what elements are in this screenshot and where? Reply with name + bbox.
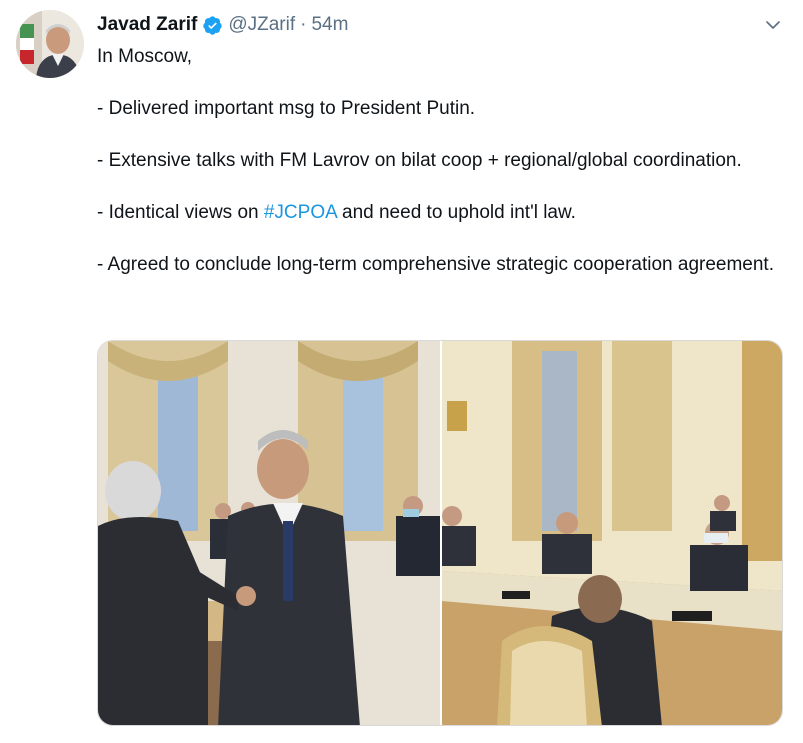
photo-elbow-bump (98, 341, 440, 725)
tweet-line: In Moscow, (97, 46, 193, 67)
avatar-image (16, 10, 84, 78)
tweet-line: - Agreed to conclude long-term comprehen… (97, 254, 774, 275)
hashtag-link[interactable]: #JCPOA (264, 202, 337, 223)
tweet-line-text: and need to uphold int'l law. (336, 202, 576, 223)
tweet-line: - Delivered important msg to President P… (97, 98, 476, 119)
photo-1[interactable] (98, 341, 440, 725)
tweet[interactable]: Javad Zarif @JZarif · 54m In Moscow, - D… (0, 0, 803, 743)
separator-dot: · (300, 14, 307, 35)
tweet-menu-button[interactable] (760, 12, 786, 38)
tweet-line: - Identical views on #JCPOA and need to … (97, 200, 777, 226)
tweet-header: Javad Zarif @JZarif · 54m (97, 12, 348, 38)
timestamp[interactable]: 54m (311, 14, 348, 36)
media-grid (97, 340, 783, 726)
author-handle[interactable]: @JZarif (228, 14, 295, 36)
verified-badge-icon (202, 15, 223, 36)
avatar[interactable] (16, 10, 84, 78)
tweet-line: - Extensive talks with FM Lavrov on bila… (97, 150, 742, 171)
photo-2[interactable] (442, 341, 782, 725)
chevron-down-icon (766, 21, 780, 29)
tweet-text: In Moscow, - Delivered important msg to … (97, 44, 777, 278)
tweet-line-text: - Identical views on (97, 202, 264, 223)
author-name[interactable]: Javad Zarif (97, 14, 197, 36)
photo-meeting-table (442, 341, 782, 725)
